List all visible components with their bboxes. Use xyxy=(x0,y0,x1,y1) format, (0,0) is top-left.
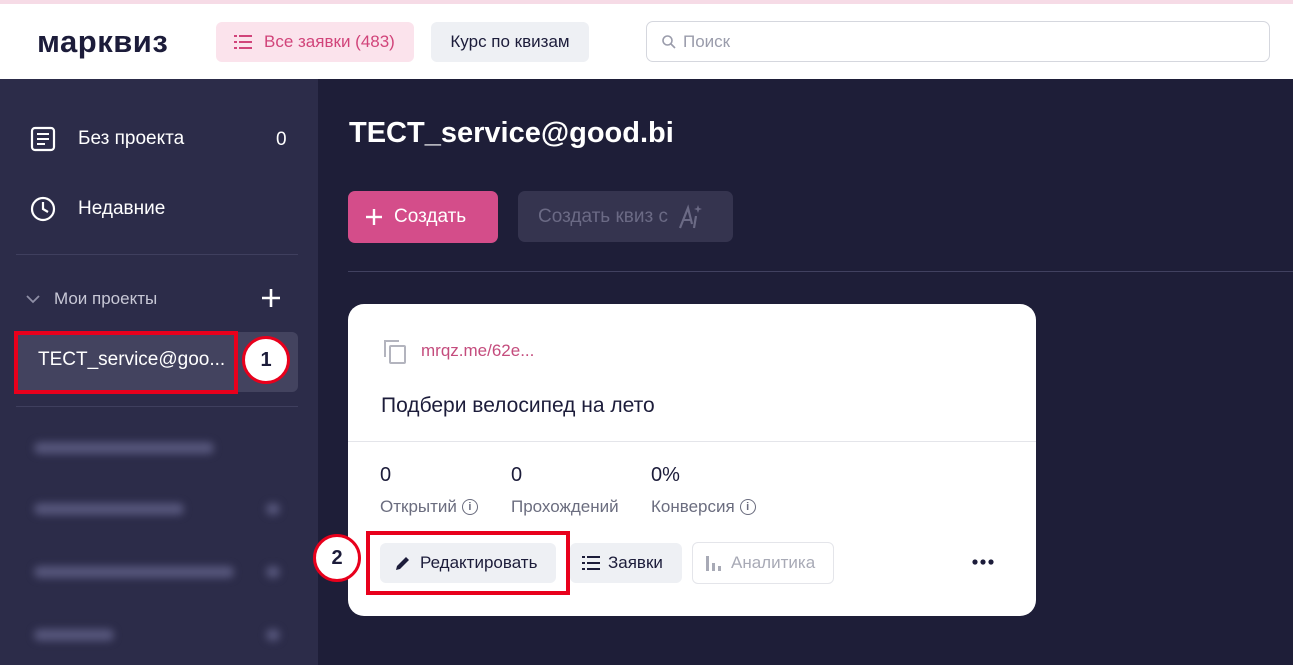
search-placeholder: Поиск xyxy=(683,31,731,51)
main-divider xyxy=(348,271,1293,272)
no-project-count: 0 xyxy=(276,129,287,150)
quiz-card: mrqz.me/62e... Подбери велосипед на лето… xyxy=(348,304,1036,616)
chevron-down-icon xyxy=(26,295,40,304)
stat-opens: 0 Открытий i xyxy=(380,464,478,517)
add-project-icon[interactable] xyxy=(260,287,282,309)
blurred-count xyxy=(266,566,280,578)
create-label: Создать xyxy=(394,206,467,227)
search-icon xyxy=(662,34,676,49)
all-requests-button[interactable]: Все заявки (483) xyxy=(216,22,414,62)
analytics-button[interactable]: Аналитика xyxy=(692,542,834,584)
info-icon[interactable]: i xyxy=(739,499,756,515)
blurred-item xyxy=(34,566,234,578)
annotation-badge-1: 1 xyxy=(242,336,290,384)
stat-label: Открытий xyxy=(380,497,457,516)
leads-button[interactable]: Заявки xyxy=(570,543,682,583)
search-input[interactable]: Поиск xyxy=(646,21,1270,62)
list-icon xyxy=(582,556,600,570)
header: марквиз Все заявки (483) Курс по квизам … xyxy=(0,4,1293,79)
stat-value: 0 xyxy=(511,464,523,486)
sidebar-item-recent[interactable]: Недавние xyxy=(30,196,165,222)
plus-icon xyxy=(366,209,382,225)
document-icon xyxy=(30,126,56,152)
create-ai-quiz-button[interactable]: Создать квиз с xyxy=(518,191,733,242)
blurred-count xyxy=(266,503,280,515)
clock-icon xyxy=(30,196,56,222)
quiz-link[interactable]: mrqz.me/62e... xyxy=(381,337,534,365)
card-divider xyxy=(348,441,1036,442)
leads-label: Заявки xyxy=(608,553,663,572)
annotation-badge-2: 2 xyxy=(313,534,361,582)
sidebar-item-label: Без проекта xyxy=(78,128,185,149)
copy-icon[interactable] xyxy=(381,337,409,365)
blurred-count xyxy=(266,629,280,641)
stat-value: 0% xyxy=(651,464,680,486)
blurred-item xyxy=(34,629,114,641)
blurred-item xyxy=(34,442,214,454)
sidebar-divider xyxy=(16,406,298,407)
quiz-title: Подбери велосипед на лето xyxy=(381,394,655,417)
info-icon[interactable]: i xyxy=(461,499,478,515)
sidebar-item-no-project[interactable]: Без проекта xyxy=(30,126,184,152)
analytics-label: Аналитика xyxy=(731,553,816,572)
sidebar-item-label: Недавние xyxy=(78,198,166,219)
all-requests-label: Все заявки (483) xyxy=(264,32,395,51)
page-title: TECT_service@good.bi xyxy=(349,117,674,149)
list-icon xyxy=(234,35,252,49)
ai-icon xyxy=(678,203,702,228)
stat-conversion: 0% Конверсия i xyxy=(651,464,756,517)
my-projects-header[interactable]: Мои проекты xyxy=(26,289,157,309)
stat-label: Конверсия xyxy=(651,497,735,516)
highlight-box-1 xyxy=(14,331,238,394)
course-button[interactable]: Курс по квизам xyxy=(431,22,589,62)
create-ai-label: Создать квиз с xyxy=(538,205,668,227)
create-button[interactable]: Создать xyxy=(348,191,498,243)
stat-value: 0 xyxy=(380,464,392,486)
stat-label: Прохождений xyxy=(511,497,619,516)
sidebar: Без проекта 0 Недавние Мои проекты TECT_… xyxy=(0,79,318,665)
quiz-link-text: mrqz.me/62e... xyxy=(421,341,535,360)
sidebar-divider xyxy=(16,254,298,255)
blurred-item xyxy=(34,503,184,515)
my-projects-label: Мои проекты xyxy=(54,289,158,308)
stat-completions: 0 Прохождений xyxy=(511,464,619,517)
highlight-box-2 xyxy=(366,531,570,595)
more-options-icon[interactable] xyxy=(970,549,996,575)
logo[interactable]: марквиз xyxy=(37,24,168,60)
bar-chart-icon xyxy=(706,556,721,571)
